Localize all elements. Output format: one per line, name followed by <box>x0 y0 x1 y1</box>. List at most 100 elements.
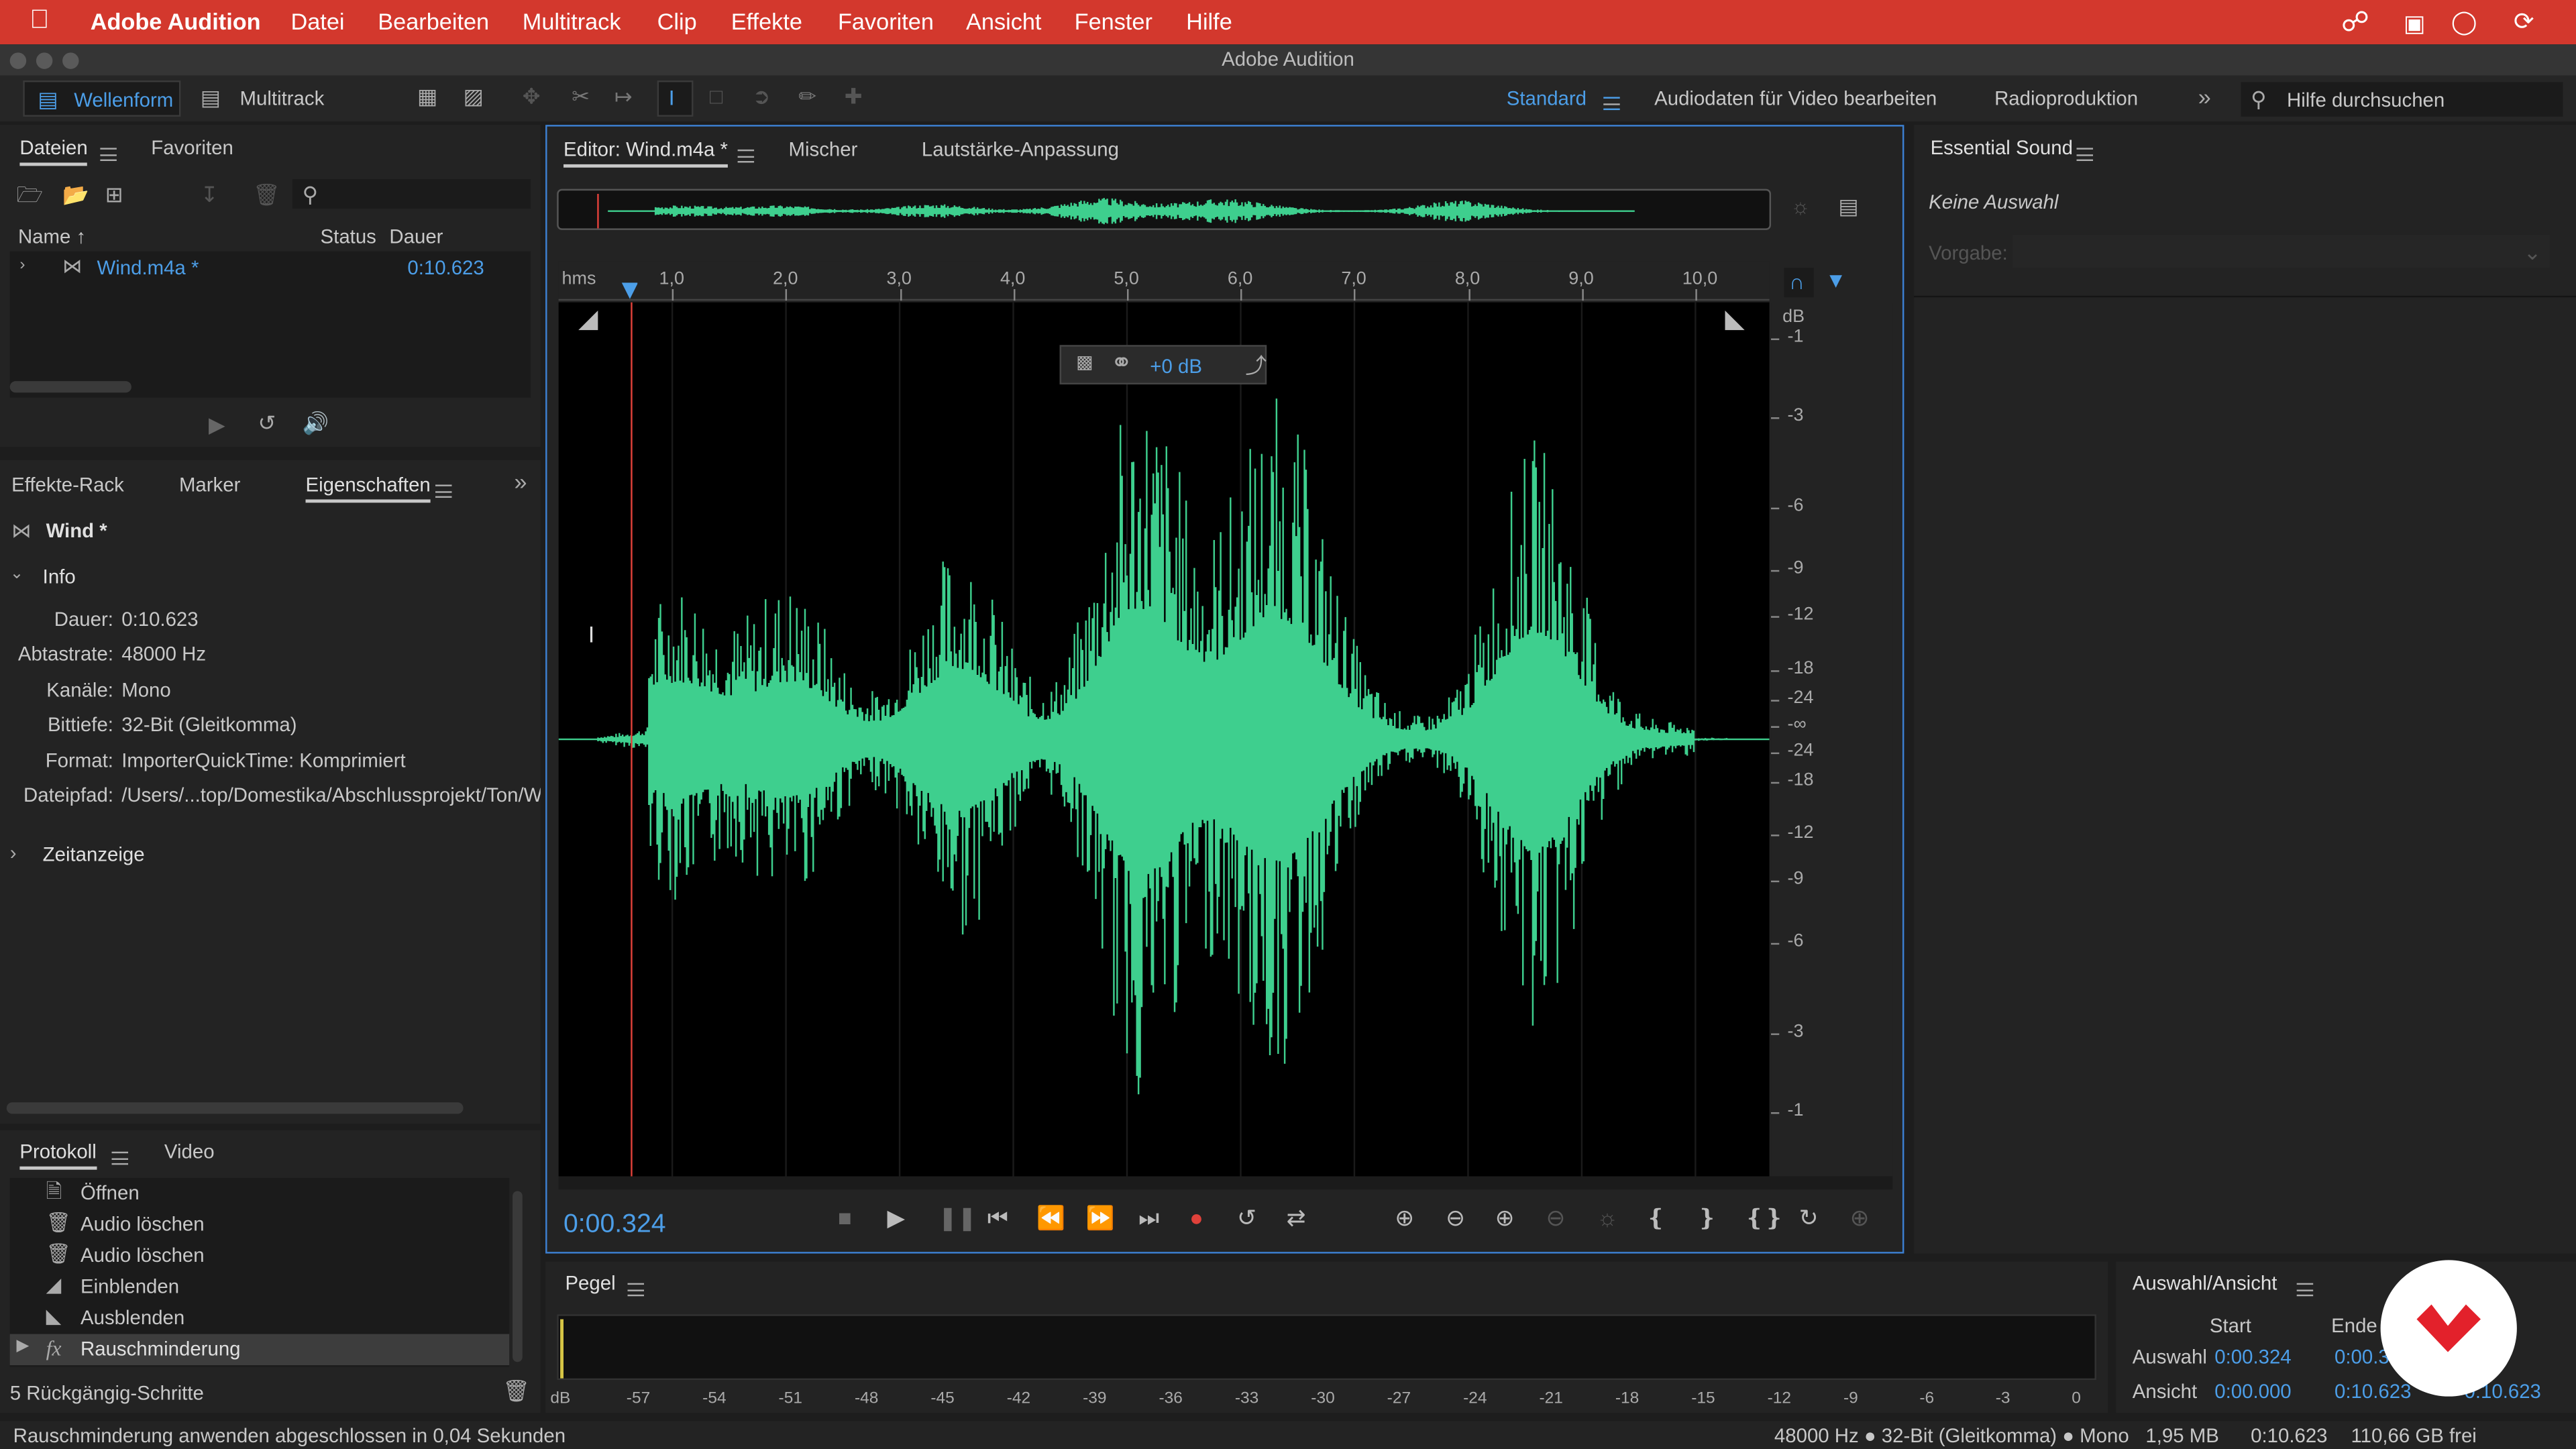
properties-menu-icon[interactable] <box>435 480 452 502</box>
tab-protokoll[interactable]: Protokoll <box>19 1140 97 1170</box>
waveform-view-button[interactable]: ▤ Wellenform <box>23 80 181 117</box>
chevron-right-icon[interactable]: › <box>19 257 25 274</box>
panel-layout-icon[interactable]: ▤ <box>1838 195 1858 217</box>
chevron-right-icon[interactable]: › <box>10 843 17 862</box>
apple-icon[interactable]:  <box>30 7 49 36</box>
fast-forward-button[interactable]: ⏩ <box>1086 1206 1115 1229</box>
zoom-selection-start-icon[interactable]: ❴ <box>1646 1206 1666 1229</box>
editor-menu-icon[interactable] <box>737 145 755 168</box>
files-search-input[interactable]: ⚲ <box>292 178 531 209</box>
zeitanzeige-section-header[interactable]: Zeitanzeige <box>43 843 145 865</box>
list-item[interactable]: ▶ fx Rauschminderung <box>9 1334 510 1366</box>
level-menu-icon[interactable] <box>627 1278 645 1301</box>
hud-volume-value[interactable]: +0 dB <box>1150 355 1202 378</box>
close-window-icon[interactable] <box>9 52 27 69</box>
list-item[interactable]: › ⋈ Wind.m4a * 0:10.623 <box>10 252 531 283</box>
razor-tool-icon[interactable]: ✂ <box>572 85 590 107</box>
workspace-video[interactable]: Audiodaten für Video bearbeiten <box>1654 87 1937 110</box>
selection-start[interactable]: 0:00.324 <box>2214 1346 2291 1368</box>
spot-healing-icon[interactable]: ✚ <box>845 85 863 107</box>
overview-navigator[interactable] <box>557 189 1772 230</box>
skip-selection-button[interactable]: ⇄ <box>1287 1206 1306 1229</box>
menu-favoriten[interactable]: Favoriten <box>838 8 934 34</box>
selection-menu-icon[interactable] <box>2296 1278 2314 1301</box>
skip-to-start-button[interactable]: ⏮ <box>987 1206 1008 1229</box>
more-workspaces-icon[interactable]: » <box>2198 85 2211 108</box>
marker-pin-icon[interactable]: ▼ <box>1825 270 1847 291</box>
zoom-out-full-icon[interactable]: ☼ <box>1597 1206 1617 1229</box>
tab-effekte-rack[interactable]: Effekte-Rack <box>11 473 124 496</box>
workspace-standard[interactable]: Standard <box>1507 87 1587 110</box>
record-button[interactable]: ● <box>1189 1206 1203 1229</box>
chevron-down-icon[interactable]: ⌄ <box>10 566 24 583</box>
autoplay-volume-icon[interactable]: 🔊 <box>303 413 329 434</box>
essential-sound-menu-icon[interactable] <box>2076 143 2094 166</box>
selection-panel-title[interactable]: Auswahl/Ansicht <box>2133 1272 2277 1295</box>
loop-preview-icon[interactable]: ↺ <box>258 413 276 434</box>
menu-fenster[interactable]: Fenster <box>1075 8 1152 34</box>
app-name-menu[interactable]: Adobe Audition <box>91 8 261 34</box>
list-item[interactable]: 🗑 Audio löschen <box>10 1209 509 1240</box>
files-menu-icon[interactable] <box>100 143 117 166</box>
zoom-navigator-icon[interactable]: ☼ <box>1790 195 1810 217</box>
history-menu-icon[interactable] <box>111 1146 129 1169</box>
properties-scrollbar[interactable] <box>6 1102 464 1114</box>
marquee-tool-icon[interactable]: □ <box>710 85 722 107</box>
multitrack-view-button[interactable]: ▤ Multitrack <box>187 80 345 117</box>
waveform-display[interactable]: ▩ ⚭ +0 dB ⤴ I <box>558 302 1770 1177</box>
list-item[interactable]: ◢ Einblenden <box>10 1272 509 1303</box>
zoom-selection-end-icon[interactable]: ❵ <box>1697 1206 1717 1229</box>
essential-sound-title[interactable]: Essential Sound <box>1931 136 2073 159</box>
tab-editor[interactable]: Editor: Wind.m4a * <box>564 138 729 168</box>
list-item[interactable]: 🗑 Audio löschen <box>10 1240 509 1272</box>
preview-play-icon[interactable]: ▶ <box>209 414 225 435</box>
zoom-out-time-icon[interactable]: ⊖ <box>1546 1206 1566 1229</box>
time-ruler[interactable]: hms 1,0 2,0 3,0 4,0 5,0 6,0 7,0 8,0 9,0 10,0 <box>558 261 1770 301</box>
menu-datei[interactable]: Datei <box>290 8 344 34</box>
pin-hud-icon[interactable]: ⤴ <box>1245 355 1267 376</box>
rewind-button[interactable]: ⏪ <box>1036 1206 1065 1229</box>
horizontal-scrollbar[interactable] <box>558 1176 1893 1190</box>
list-item[interactable]: 🗎 Öffnen <box>10 1178 509 1210</box>
maximize-window-icon[interactable] <box>62 52 79 69</box>
view-start[interactable]: 0:00.000 <box>2214 1380 2291 1403</box>
zoom-in-amplitude-icon[interactable]: ⊕ <box>1395 1206 1414 1229</box>
creative-cloud-icon[interactable]: ☍ <box>2341 7 2369 40</box>
skip-to-end-button[interactable]: ⏭ <box>1138 1206 1159 1229</box>
expand-panel-icon[interactable]: » <box>515 470 527 492</box>
current-time-display[interactable]: 0:00.324 <box>564 1211 666 1240</box>
zoom-history-icon[interactable]: ↻ <box>1799 1206 1819 1229</box>
slip-tool-icon[interactable]: ↦ <box>614 85 633 107</box>
preset-dropdown[interactable]: ⌄ <box>2012 235 2550 268</box>
menu-hilfe[interactable]: Hilfe <box>1186 8 1232 34</box>
sync-icon[interactable]: ⟳ <box>2514 7 2534 36</box>
menu-multitrack[interactable]: Multitrack <box>523 8 621 34</box>
level-panel-title[interactable]: Pegel <box>565 1272 615 1295</box>
menu-effekte[interactable]: Effekte <box>731 8 802 34</box>
delete-history-icon[interactable]: 🗑 <box>502 1380 529 1401</box>
workspace-radio[interactable]: Radioproduktion <box>1994 87 2138 110</box>
playhead-marker[interactable] <box>621 282 639 299</box>
volume-knob-icon[interactable]: ⚭ <box>1111 351 1133 378</box>
help-search-field[interactable]: ⚲ Hilfe durchsuchen <box>2241 82 2563 117</box>
workspace-menu-icon[interactable] <box>1603 92 1620 115</box>
brush-tool-icon[interactable]: ✏ <box>798 85 816 107</box>
tab-mischer[interactable]: Mischer <box>789 138 858 161</box>
lasso-tool-icon[interactable]: ➲ <box>753 85 771 107</box>
open-folder-icon[interactable]: 🗁 <box>16 184 42 205</box>
col-duration[interactable]: Dauer <box>389 225 443 248</box>
import-icon[interactable]: 📂 <box>62 184 89 205</box>
history-scrollbar[interactable] <box>513 1191 523 1362</box>
pause-button[interactable]: ❚❚ <box>938 1206 976 1229</box>
zoom-reset-icon[interactable]: ⊕ <box>1850 1206 1870 1229</box>
move-tool-icon[interactable]: ✥ <box>523 85 541 107</box>
tab-eigenschaften[interactable]: Eigenschaften <box>305 473 431 503</box>
insert-icon[interactable]: ↧ <box>201 184 219 205</box>
pitch-display-icon[interactable]: ▨ <box>464 85 484 107</box>
minimize-window-icon[interactable] <box>36 52 53 69</box>
delete-file-icon[interactable]: 🗑 <box>253 184 280 205</box>
menu-clip[interactable]: Clip <box>657 8 697 34</box>
control-center-icon[interactable]: ◯ <box>2451 8 2477 36</box>
play-button[interactable]: ▶ <box>887 1206 904 1229</box>
tab-video[interactable]: Video <box>164 1140 215 1163</box>
